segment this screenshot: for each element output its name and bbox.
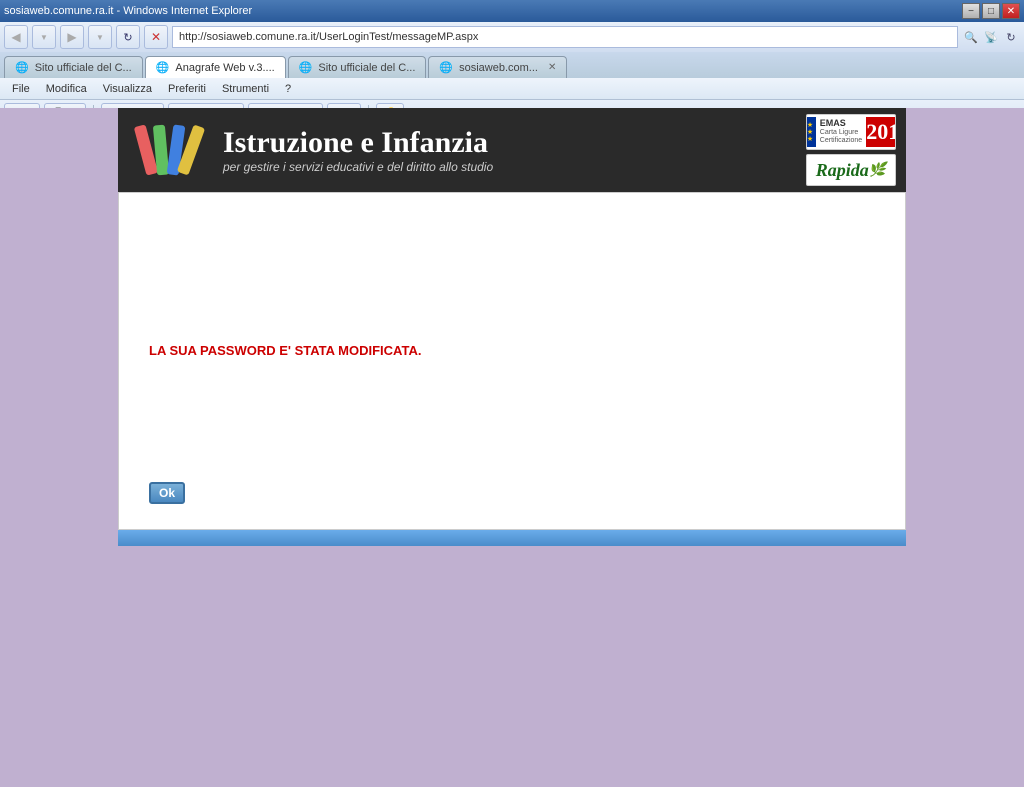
forward-dropdown-button[interactable]: ▼: [88, 25, 112, 49]
stop-button[interactable]: ✕: [144, 25, 168, 49]
success-message: LA SUA PASSWORD E' STATA MODIFICATA.: [149, 343, 421, 358]
tab-1-favicon: 🌐: [15, 61, 29, 74]
emas-inner: ★★★ ★★★ ★★★ EMAS Carta Ligure Certificaz…: [806, 115, 896, 149]
tab-3[interactable]: 🌐 Sito ufficiale del C...: [288, 56, 427, 78]
menu-file[interactable]: File: [4, 81, 38, 97]
tab-4-close-icon[interactable]: ✕: [548, 62, 556, 73]
tab-2[interactable]: 🌐 Anagrafe Web v.3....: [145, 56, 286, 78]
tab-4[interactable]: 🌐 sosiaweb.com... ✕: [428, 56, 567, 78]
main-content-area: Istruzione e Infanzia per gestire i serv…: [118, 108, 906, 566]
tab-1[interactable]: 🌐 Sito ufficiale del C...: [4, 56, 143, 78]
tabs-bar: 🌐 Sito ufficiale del C... 🌐 Anagrafe Web…: [0, 52, 1024, 78]
tab-1-label: Sito ufficiale del C...: [35, 62, 132, 74]
emas-logo: ★★★ ★★★ ★★★ EMAS Carta Ligure Certificaz…: [806, 114, 896, 150]
tab-2-favicon: 🌐: [156, 61, 170, 74]
refresh-button[interactable]: ↻: [116, 25, 140, 49]
title-bar-text: sosiaweb.comune.ra.it - Windows Internet…: [4, 5, 252, 17]
chalk-decoration: [128, 110, 208, 190]
tab-3-label: Sito ufficiale del C...: [318, 62, 415, 74]
rapida-label: Rapida: [816, 160, 869, 181]
maximize-button[interactable]: □: [982, 3, 1000, 19]
menu-visualizza[interactable]: Visualizza: [95, 81, 160, 97]
title-bar-controls: − □ ✕: [962, 3, 1020, 19]
tab-4-label: sosiaweb.com...: [459, 62, 538, 74]
menu-preferiti[interactable]: Preferiti: [160, 81, 214, 97]
tab-4-favicon: 🌐: [439, 61, 453, 74]
minimize-button[interactable]: −: [962, 3, 980, 19]
nav-icon-group: 🔍 📡 ↻: [962, 28, 1020, 46]
address-bar-container: [172, 26, 958, 48]
banner-title: Istruzione e Infanzia: [223, 126, 791, 160]
search-icon[interactable]: 🔍: [962, 28, 980, 46]
footer-bar: [118, 530, 906, 546]
ok-button[interactable]: Ok: [149, 482, 185, 504]
address-bar[interactable]: [172, 26, 958, 48]
content-panel: LA SUA PASSWORD E' STATA MODIFICATA. Ok: [118, 192, 906, 530]
tab-3-favicon: 🌐: [299, 61, 313, 74]
banner-subtitle: per gestire i servizi educativi e del di…: [223, 160, 791, 174]
title-bar: sosiaweb.comune.ra.it - Windows Internet…: [0, 0, 1024, 22]
menubar: File Modifica Visualizza Preferiti Strum…: [0, 78, 1024, 100]
banner-logos: ★★★ ★★★ ★★★ EMAS Carta Ligure Certificaz…: [806, 114, 896, 186]
menu-help[interactable]: ?: [277, 81, 299, 97]
forward-button[interactable]: ▶: [60, 25, 84, 49]
back-dropdown-button[interactable]: ▼: [32, 25, 56, 49]
back-button[interactable]: ◀: [4, 25, 28, 49]
refresh-small-icon[interactable]: ↻: [1002, 28, 1020, 46]
eu-stars: ★★★ ★★★ ★★★: [806, 117, 816, 147]
rss-icon[interactable]: 📡: [982, 28, 1000, 46]
rapida-leaf-icon: 🌿: [869, 162, 886, 179]
close-button[interactable]: ✕: [1002, 3, 1020, 19]
nav-bar: ◀ ▼ ▶ ▼ ↻ ✕ 🔍 📡 ↻: [0, 22, 1024, 52]
menu-strumenti[interactable]: Strumenti: [214, 81, 277, 97]
emas-text: EMAS Carta Ligure Certificazione: [820, 118, 862, 146]
rapida-logo: Rapida 🌿: [806, 154, 896, 186]
banner-text-block: Istruzione e Infanzia per gestire i serv…: [208, 126, 806, 174]
ravenna-year: 2019: [866, 117, 896, 147]
banner: Istruzione e Infanzia per gestire i serv…: [118, 108, 906, 192]
tab-2-label: Anagrafe Web v.3....: [175, 62, 274, 74]
menu-modifica[interactable]: Modifica: [38, 81, 95, 97]
